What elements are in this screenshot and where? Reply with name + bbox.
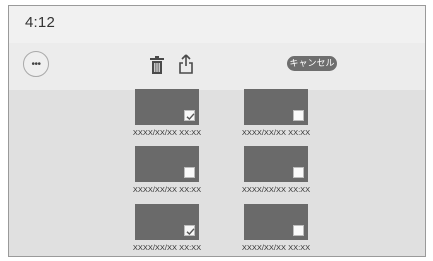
checkbox-icon[interactable]	[293, 225, 304, 236]
photo-thumbnail[interactable]	[244, 146, 308, 182]
screen: 4:12 ••• キャンセル XXXX/XX/XX XX:XX XXXX/XX/X…	[8, 5, 426, 257]
checkbox-checked-icon[interactable]	[184, 110, 195, 121]
status-bar: 4:12	[9, 6, 425, 43]
photo-caption: XXXX/XX/XX XX:XX	[132, 243, 202, 252]
photo-thumbnail[interactable]	[244, 204, 308, 240]
photo-caption: XXXX/XX/XX XX:XX	[132, 128, 202, 137]
photo-caption: XXXX/XX/XX XX:XX	[241, 128, 311, 137]
share-icon[interactable]	[179, 54, 193, 74]
checkbox-icon[interactable]	[184, 167, 195, 178]
photo-thumbnail[interactable]	[135, 204, 199, 240]
photo-thumbnail[interactable]	[135, 146, 199, 182]
photo-thumbnail[interactable]	[135, 89, 199, 125]
photo-caption: XXXX/XX/XX XX:XX	[132, 185, 202, 194]
photo-grid	[9, 90, 425, 256]
cancel-button[interactable]: キャンセル	[287, 56, 337, 71]
more-button[interactable]: •••	[23, 51, 49, 77]
toolbar	[9, 43, 425, 90]
trash-icon[interactable]	[150, 56, 164, 74]
clock: 4:12	[25, 14, 55, 31]
photo-caption: XXXX/XX/XX XX:XX	[241, 243, 311, 252]
checkbox-icon[interactable]	[293, 110, 304, 121]
checkbox-checked-icon[interactable]	[184, 225, 195, 236]
photo-caption: XXXX/XX/XX XX:XX	[241, 185, 311, 194]
checkbox-icon[interactable]	[293, 167, 304, 178]
photo-thumbnail[interactable]	[244, 89, 308, 125]
